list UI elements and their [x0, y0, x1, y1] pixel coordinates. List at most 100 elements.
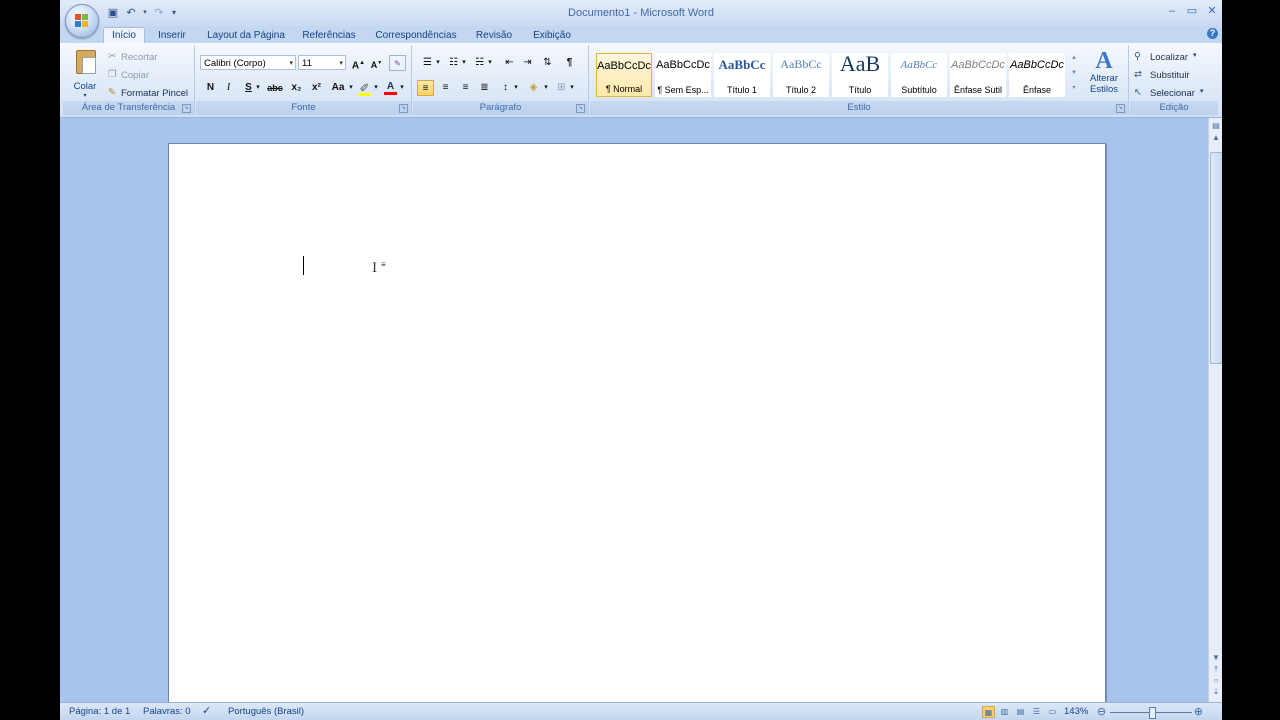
zoom-in-icon[interactable]: ⊕ — [1192, 706, 1205, 718]
font-size-select[interactable]: 11 ▾ — [298, 55, 346, 70]
copy-button[interactable]: Copiar — [121, 70, 149, 81]
subscript-button[interactable]: x₂ — [288, 80, 305, 96]
document-page[interactable]: I ≡ — [168, 143, 1106, 715]
next-page-icon[interactable]: ⤓ — [1210, 686, 1222, 697]
sort-icon[interactable]: ⇅ — [539, 55, 556, 71]
shading-icon[interactable]: ◈ — [525, 80, 542, 96]
clipboard-dialog-launcher[interactable]: ↘ — [182, 104, 191, 113]
change-case-button[interactable]: Aa — [328, 80, 348, 96]
multilevel-dropdown-icon[interactable]: ▾ — [487, 55, 493, 71]
zoom-out-icon[interactable]: ⊖ — [1095, 706, 1108, 718]
find-icon: ⚲ — [1134, 51, 1141, 62]
multilevel-list-icon[interactable]: ☵ — [471, 55, 488, 71]
bullets-dropdown-icon[interactable]: ▾ — [435, 55, 441, 71]
shading-dropdown-icon[interactable]: ▾ — [543, 80, 549, 96]
grow-font-button[interactable]: A▲ — [350, 55, 367, 71]
help-icon[interactable]: ? — [1207, 28, 1218, 39]
tab-inicio[interactable]: Início — [103, 27, 145, 44]
superscript-button[interactable]: x² — [308, 80, 325, 96]
page-count[interactable]: Página: 1 de 1 — [69, 706, 130, 717]
find-dropdown-icon[interactable]: ▾ — [1193, 51, 1197, 59]
find-button[interactable]: Localizar — [1150, 52, 1188, 63]
bold-button[interactable]: N — [202, 80, 219, 96]
scroll-thumb[interactable] — [1210, 152, 1222, 364]
align-left-icon[interactable]: ≡ — [417, 80, 434, 96]
minimize-icon[interactable]: – — [1166, 5, 1178, 17]
zoom-slider-thumb[interactable] — [1149, 707, 1156, 719]
vertical-scrollbar[interactable]: ▤ ▲ ▼ ⤒ ○ ⤓ — [1208, 118, 1222, 702]
browse-object-icon[interactable]: ○ — [1210, 675, 1222, 686]
tab-inserir[interactable]: Inserir — [152, 28, 192, 43]
word-count[interactable]: Palavras: 0 — [143, 706, 191, 717]
format-painter-button[interactable]: Formatar Pincel — [121, 88, 188, 99]
web-layout-icon[interactable]: ▤ — [1014, 706, 1027, 718]
select-button[interactable]: Selecionar — [1150, 88, 1195, 99]
line-spacing-dropdown-icon[interactable]: ▾ — [513, 80, 519, 96]
align-right-icon[interactable]: ≡ — [457, 80, 474, 96]
paragraph-dialog-launcher[interactable]: ↘ — [576, 104, 585, 113]
tab-revisao[interactable]: Revisão — [473, 28, 515, 43]
line-spacing-icon[interactable]: ↕ — [497, 80, 514, 96]
select-dropdown-icon[interactable]: ▾ — [1200, 87, 1204, 95]
numbering-dropdown-icon[interactable]: ▾ — [461, 55, 467, 71]
styles-dialog-launcher[interactable]: ↘ — [1116, 104, 1125, 113]
style-heading-2[interactable]: AaBbCc Título 2 — [773, 53, 829, 97]
font-dialog-launcher[interactable]: ↘ — [399, 104, 408, 113]
draft-icon[interactable]: ▭ — [1046, 706, 1059, 718]
style-heading-1[interactable]: AaBbCc Título 1 — [714, 53, 770, 97]
ruler-toggle-icon[interactable]: ▤ — [1210, 120, 1222, 131]
full-screen-reading-icon[interactable]: ▥ — [998, 706, 1011, 718]
language-status[interactable]: Português (Brasil) — [228, 706, 304, 717]
numbering-icon[interactable]: ☷ — [445, 55, 462, 71]
style-normal[interactable]: AaBbCcDc ¶ Normal — [596, 53, 652, 97]
underline-dropdown-icon[interactable]: ▾ — [254, 80, 262, 96]
font-color-button[interactable]: A — [382, 79, 399, 95]
style-subtitle[interactable]: AaBbCc Subtítulo — [891, 53, 947, 97]
proofing-icon[interactable]: ✓ — [202, 704, 211, 717]
office-button[interactable] — [65, 4, 99, 38]
style-emphasis[interactable]: AaBbCcDc Ênfase — [1009, 53, 1065, 97]
print-layout-icon[interactable]: ▦ — [982, 706, 995, 718]
increase-indent-icon[interactable]: ⇥ — [519, 55, 536, 71]
tab-referencias[interactable]: Referências — [300, 28, 358, 43]
replace-button[interactable]: Substituir — [1150, 70, 1190, 81]
zoom-level[interactable]: 143% — [1064, 706, 1088, 717]
change-styles-button[interactable]: A Alterar Estilos — [1083, 49, 1125, 101]
outline-icon[interactable]: ☰ — [1030, 706, 1043, 718]
highlight-color-swatch — [358, 93, 371, 96]
style-no-spacing[interactable]: AaBbCcDc ¶ Sem Esp... — [655, 53, 711, 97]
close-icon[interactable]: ✕ — [1206, 5, 1218, 17]
scroll-up-icon[interactable]: ▲ — [1210, 132, 1222, 143]
font-color-dropdown-icon[interactable]: ▾ — [399, 80, 405, 96]
style-title[interactable]: AaB Título — [832, 51, 888, 97]
previous-page-icon[interactable]: ⤒ — [1210, 664, 1222, 675]
italic-button[interactable]: I — [220, 80, 237, 96]
justify-icon[interactable]: ≣ — [476, 80, 493, 96]
style-subtle-emphasis[interactable]: AaBbCcDc Ênfase Sutil — [950, 53, 1006, 97]
font-family-select[interactable]: Calibri (Corpo) ▾ — [200, 55, 296, 70]
more-styles-icon[interactable]: ▾ — [1069, 81, 1079, 96]
borders-icon[interactable]: ⊞ — [553, 80, 570, 96]
borders-dropdown-icon[interactable]: ▾ — [569, 80, 575, 96]
scroll-down-icon[interactable]: ▼ — [1210, 652, 1222, 663]
styles-scroll[interactable]: ▲ ▼ ▾ — [1069, 51, 1079, 97]
highlight-button[interactable]: ✐ — [356, 80, 373, 96]
tab-layout[interactable]: Layout da Página — [204, 28, 288, 43]
case-dropdown-icon[interactable]: ▾ — [348, 80, 354, 96]
tab-correspondencias[interactable]: Correspondências — [373, 28, 459, 43]
highlight-dropdown-icon[interactable]: ▾ — [373, 80, 379, 96]
decrease-indent-icon[interactable]: ⇤ — [501, 55, 518, 71]
cut-button[interactable]: Recortar — [121, 52, 157, 63]
shrink-font-button[interactable]: A▼ — [368, 55, 385, 71]
style-name: ¶ Normal — [605, 84, 643, 94]
strikethrough-button[interactable]: abc — [264, 80, 286, 96]
bullets-icon[interactable]: ☰ — [419, 55, 436, 71]
scroll-up-icon[interactable]: ▲ — [1069, 51, 1079, 66]
align-center-icon[interactable]: ≡ — [437, 80, 454, 96]
paste-button[interactable]: Colar ▾ — [69, 48, 101, 99]
show-marks-button[interactable]: ¶ — [561, 55, 578, 71]
maximize-icon[interactable]: ▭ — [1186, 5, 1198, 17]
tab-exibicao[interactable]: Exibição — [528, 28, 576, 43]
scroll-down-icon[interactable]: ▼ — [1069, 66, 1079, 81]
clear-formatting-button[interactable]: ✎ — [389, 55, 406, 71]
